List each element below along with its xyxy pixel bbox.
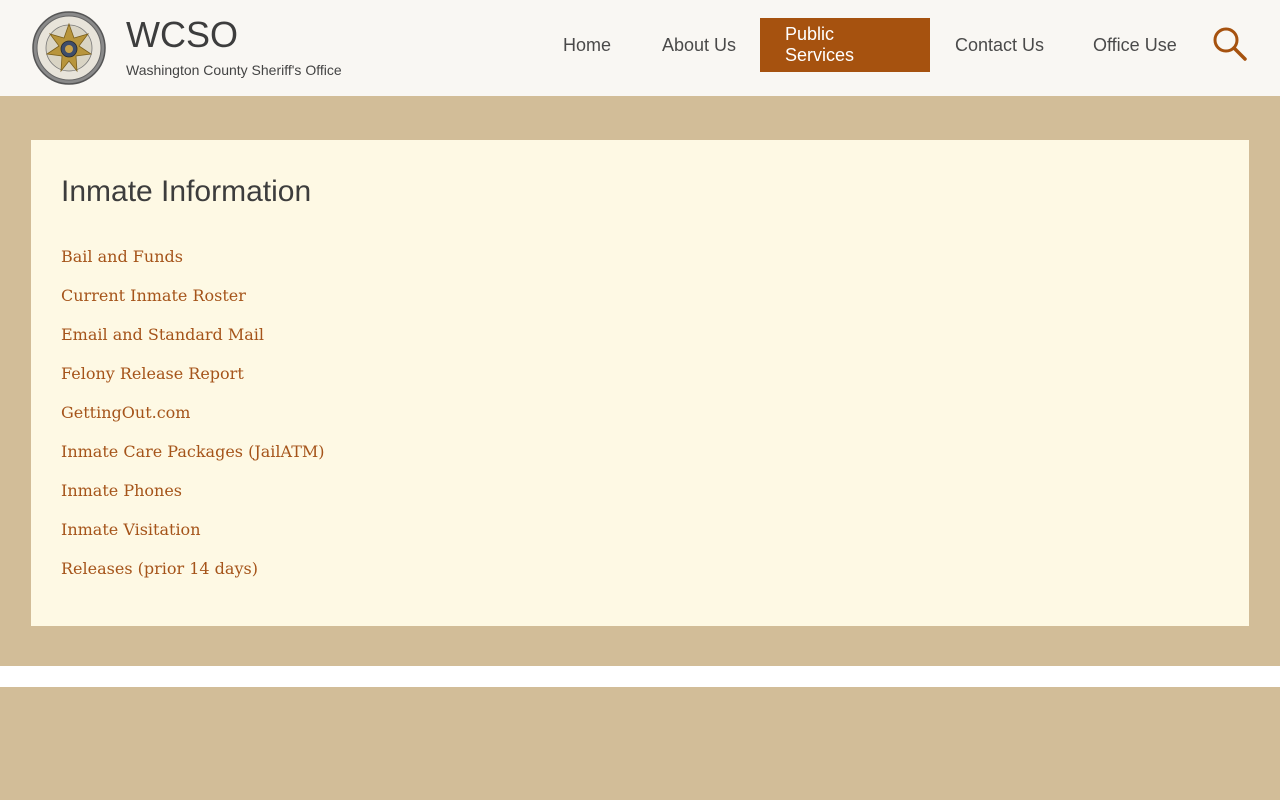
inmate-information-card: Inmate Information Bail and Funds Curren… [31, 140, 1249, 626]
link-releases-prior-14-days[interactable]: Releases (prior 14 days) [61, 557, 325, 596]
link-bail-and-funds[interactable]: Bail and Funds [61, 245, 325, 284]
footer-divider [0, 666, 1280, 687]
nav-home[interactable]: Home [538, 18, 636, 72]
link-inmate-phones[interactable]: Inmate Phones [61, 479, 325, 518]
nav-contact-us[interactable]: Contact Us [930, 18, 1069, 72]
sheriff-seal-logo[interactable] [31, 10, 107, 86]
nav-public-services[interactable]: Public Services [760, 18, 930, 72]
link-email-and-standard-mail[interactable]: Email and Standard Mail [61, 323, 325, 362]
page-title: Inmate Information [61, 175, 312, 208]
inmate-links-list: Bail and Funds Current Inmate Roster Ema… [61, 245, 325, 596]
link-felony-release-report[interactable]: Felony Release Report [61, 362, 325, 401]
site-header: WCSO Washington County Sheriff's Office … [0, 0, 1280, 96]
search-icon[interactable] [1210, 24, 1250, 64]
link-inmate-visitation[interactable]: Inmate Visitation [61, 518, 325, 557]
nav-about-us[interactable]: About Us [637, 18, 761, 72]
link-inmate-care-packages[interactable]: Inmate Care Packages (JailATM) [61, 440, 325, 479]
site-subtitle: Washington County Sheriff's Office [126, 62, 342, 78]
site-title[interactable]: WCSO [126, 14, 238, 56]
link-current-inmate-roster[interactable]: Current Inmate Roster [61, 284, 325, 323]
link-gettingout[interactable]: GettingOut.com [61, 401, 325, 440]
nav-office-use[interactable]: Office Use [1068, 18, 1202, 72]
